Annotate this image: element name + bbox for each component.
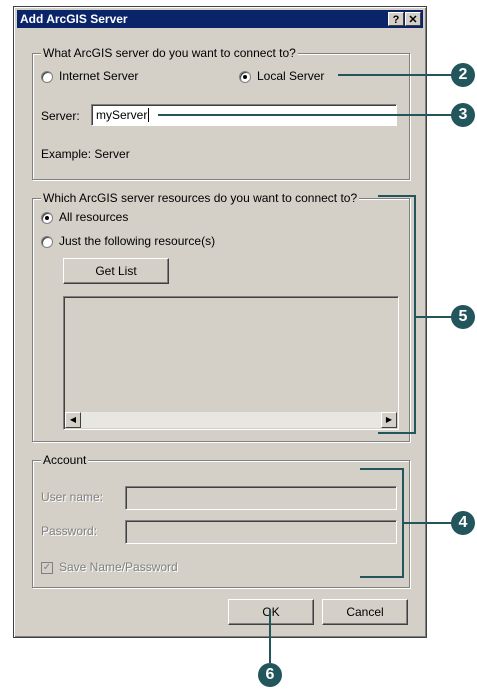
callout-3: 3 <box>451 103 475 127</box>
callout-6: 6 <box>258 663 282 687</box>
callout-2: 2 <box>451 63 475 87</box>
callout-5-bracket <box>378 195 416 434</box>
callout-4-bracket <box>360 468 404 578</box>
callout-5: 5 <box>451 305 475 329</box>
callout-lines <box>158 74 455 663</box>
callout-4: 4 <box>451 511 475 535</box>
